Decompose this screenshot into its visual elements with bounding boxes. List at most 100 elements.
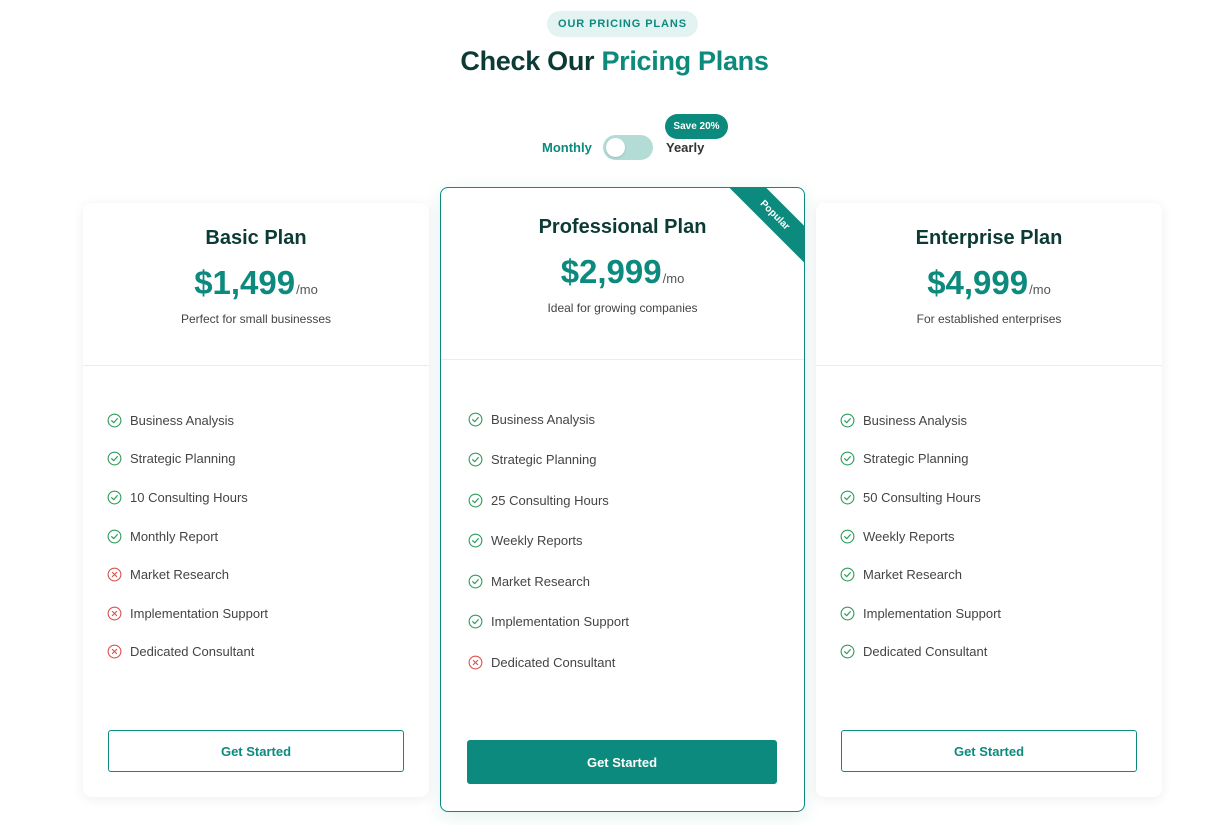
divider	[441, 359, 804, 360]
check-circle-icon	[468, 493, 483, 508]
x-circle-icon	[107, 644, 122, 659]
check-circle-icon	[107, 490, 122, 505]
check-circle-icon	[840, 606, 855, 621]
plan-name: Enterprise Plan	[915, 227, 1063, 249]
feature-label: Implementation Support	[863, 605, 1002, 621]
feature-label: Strategic Planning	[130, 451, 236, 467]
feature-list: Business Analysis Strategic Planning 10 Co…	[107, 401, 268, 671]
feature-label: Implementation Support	[130, 605, 269, 621]
plan-header: Basic Plan $1,499 /mo Perfect for small …	[83, 227, 429, 326]
plan-name: Basic Plan	[205, 227, 307, 249]
x-circle-icon	[107, 567, 122, 582]
feature-label: Weekly Reports	[863, 528, 955, 544]
check-circle-icon	[468, 533, 483, 548]
billing-period-switch[interactable]	[603, 135, 653, 160]
divider	[83, 365, 429, 366]
feature-label: Business Analysis	[863, 412, 968, 428]
feature-label: Strategic Planning	[863, 451, 969, 467]
plan-name: Professional Plan	[538, 216, 707, 238]
feature-label: Dedicated Consultant	[491, 654, 616, 670]
check-circle-icon	[840, 413, 855, 428]
feature-label: Monthly Report	[130, 528, 219, 544]
plan-price: $1,499	[194, 264, 296, 301]
feature-list: Business Analysis Strategic Planning 25 Co…	[468, 399, 629, 683]
yearly-label[interactable]: Yearly	[666, 140, 704, 155]
feature-label: 10 Consulting Hours	[130, 489, 248, 505]
check-circle-icon	[468, 452, 483, 467]
feature-item: Implementation Support	[107, 594, 268, 633]
feature-item: Market Research	[840, 555, 1001, 594]
check-circle-icon	[840, 529, 855, 544]
monthly-label[interactable]: Monthly	[542, 140, 592, 155]
feature-label: Market Research	[130, 567, 229, 583]
billing-toggle-row: Monthly Yearly Save 20%	[0, 114, 1229, 168]
feature-label: 50 Consulting Hours	[863, 489, 981, 505]
section-eyebrow: OUR PRICING PLANS	[547, 11, 698, 37]
plan-header: Enterprise Plan $4,999 /mo For establish…	[816, 227, 1162, 326]
plan-period: /mo	[1029, 282, 1051, 297]
plan-price: $2,999	[560, 253, 662, 290]
page-title: Check Our Pricing Plans	[0, 46, 1229, 77]
price-row: $1,499 /mo	[83, 264, 429, 302]
feature-item: 25 Consulting Hours	[468, 480, 629, 521]
feature-label: Business Analysis	[130, 412, 235, 428]
feature-label: Weekly Reports	[491, 533, 583, 549]
price-row: $2,999 /mo	[441, 253, 804, 291]
plan-card-professional: Popular Professional Plan $2,999 /mo Ide…	[440, 187, 805, 812]
save-badge: Save 20%	[665, 114, 728, 139]
check-circle-icon	[840, 567, 855, 582]
check-circle-icon	[468, 574, 483, 589]
plan-period: /mo	[296, 282, 318, 297]
feature-item: Monthly Report	[107, 517, 268, 556]
feature-item: Weekly Reports	[468, 521, 629, 562]
feature-label: Strategic Planning	[491, 452, 597, 468]
feature-item: 10 Consulting Hours	[107, 478, 268, 517]
plan-description: Perfect for small businesses	[180, 312, 332, 326]
switch-knob	[606, 138, 625, 157]
feature-item: Dedicated Consultant	[840, 633, 1001, 672]
feature-list: Business Analysis Strategic Planning 50 Co…	[840, 401, 1001, 671]
feature-label: Business Analysis	[491, 411, 596, 427]
feature-item: Business Analysis	[840, 401, 1001, 440]
plan-period: /mo	[662, 271, 685, 286]
feature-item: Strategic Planning	[840, 440, 1001, 479]
plan-card-enterprise: Enterprise Plan $4,999 /mo For establish…	[816, 203, 1162, 797]
check-circle-icon	[107, 451, 122, 466]
get-started-button[interactable]: Get Started	[108, 730, 404, 772]
x-circle-icon	[107, 606, 122, 621]
title-prefix: Check Our	[460, 46, 595, 76]
check-circle-icon	[840, 644, 855, 659]
feature-label: Market Research	[491, 573, 590, 589]
plan-card-basic: Basic Plan $1,499 /mo Perfect for small …	[83, 203, 429, 797]
feature-item: Dedicated Consultant	[468, 642, 629, 683]
feature-item: Strategic Planning	[468, 440, 629, 481]
get-started-button[interactable]: Get Started	[467, 740, 777, 784]
feature-label: 25 Consulting Hours	[491, 492, 609, 508]
feature-item: Strategic Planning	[107, 440, 268, 479]
get-started-button[interactable]: Get Started	[841, 730, 1137, 772]
feature-label: Implementation Support	[491, 614, 630, 630]
plan-description: Ideal for growing companies	[547, 301, 698, 315]
feature-item: Dedicated Consultant	[107, 633, 268, 672]
check-circle-icon	[468, 412, 483, 427]
feature-item: Market Research	[107, 555, 268, 594]
price-row: $4,999 /mo	[816, 264, 1162, 302]
x-circle-icon	[468, 655, 483, 670]
title-accent: Pricing Plans	[601, 46, 769, 76]
feature-item: Market Research	[468, 561, 629, 602]
check-circle-icon	[468, 614, 483, 629]
feature-item: Implementation Support	[840, 594, 1001, 633]
feature-item: Business Analysis	[468, 399, 629, 440]
divider	[816, 365, 1162, 366]
plan-description: For established enterprises	[916, 312, 1062, 326]
feature-item: Weekly Reports	[840, 517, 1001, 556]
check-circle-icon	[840, 451, 855, 466]
feature-label: Dedicated Consultant	[863, 644, 988, 660]
plan-price: $4,999	[927, 264, 1029, 301]
feature-label: Dedicated Consultant	[130, 644, 255, 660]
feature-item: Business Analysis	[107, 401, 268, 440]
feature-item: Implementation Support	[468, 602, 629, 643]
plan-header: Professional Plan $2,999 /mo Ideal for g…	[441, 216, 804, 315]
feature-item: 50 Consulting Hours	[840, 478, 1001, 517]
check-circle-icon	[107, 413, 122, 428]
